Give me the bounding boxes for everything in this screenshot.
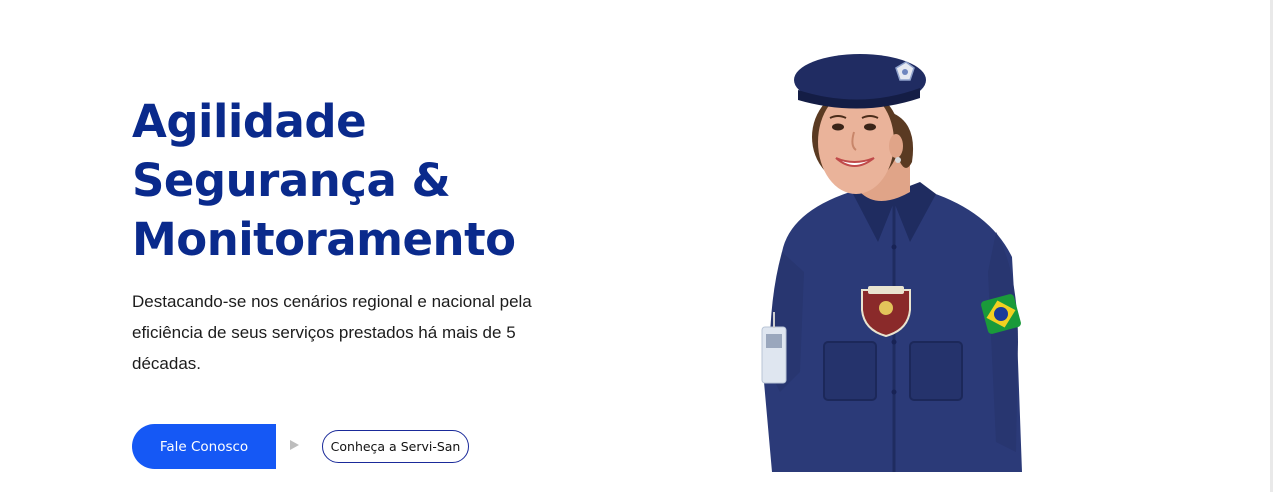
security-guard-photo bbox=[761, 54, 1022, 472]
hero-title-line-1: Agilidade bbox=[132, 95, 367, 148]
about-button[interactable]: Conheça a Servi-San bbox=[322, 430, 469, 463]
contact-button[interactable]: Fale Conosco bbox=[132, 424, 276, 469]
play-icon bbox=[290, 440, 299, 450]
hero-description: Destacando-se nos cenários regional e na… bbox=[132, 292, 532, 373]
hero-title-line-3: Monitoramento bbox=[132, 213, 516, 266]
hero-title: Agilidade Segurança & Monitoramento bbox=[132, 92, 516, 269]
hero-title-line-2: Segurança & bbox=[132, 154, 451, 207]
